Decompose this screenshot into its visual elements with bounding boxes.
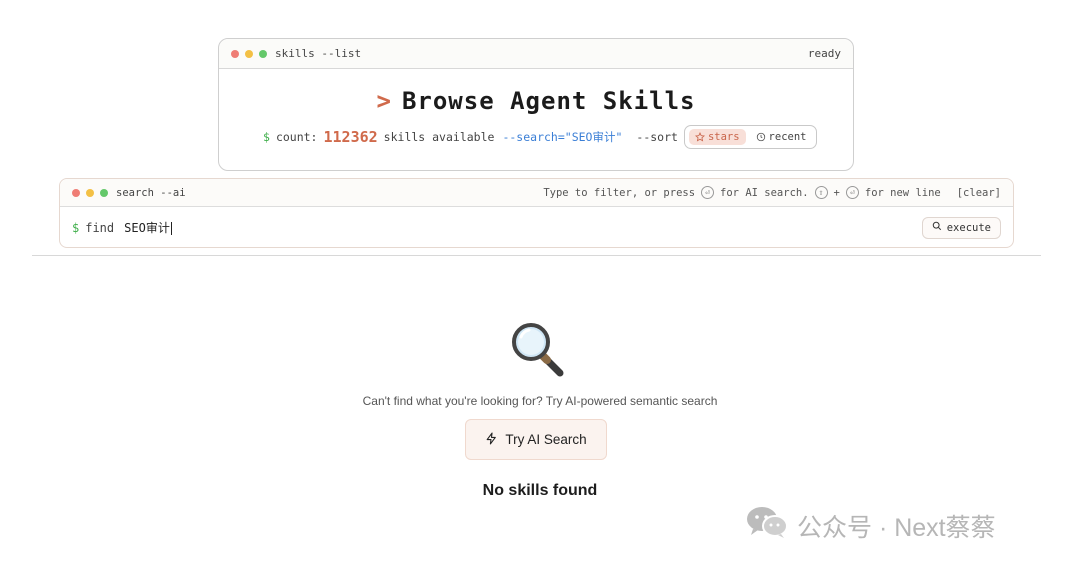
heading-text: Browse Agent Skills [401, 87, 696, 115]
star-icon [694, 132, 705, 142]
hint-text-3: for new line [864, 186, 941, 199]
empty-state-message: Can't find what you're looking for? Try … [362, 394, 718, 408]
shift-key-icon: ⇧ [814, 186, 828, 199]
skills-list-window: skills --list ready > Browse Agent Skills… [218, 38, 854, 171]
magnifier-icon [509, 320, 567, 382]
watermark-text: 公众号 · Next蔡蔡 [797, 513, 996, 542]
sort-label: --sort [636, 130, 678, 144]
maximize-dot-icon[interactable] [259, 49, 267, 58]
sort-toggle-group: stars recent [683, 125, 818, 149]
stats-line: $ count: 112362 skills available --searc… [263, 125, 818, 149]
search-window: search --ai Type to filter, or press ⏎ f… [59, 178, 1014, 248]
window-controls [72, 188, 108, 197]
search-input-row: $ find SEO审计 execute [60, 207, 1013, 248]
available-label: skills available [383, 130, 495, 144]
execute-button[interactable]: execute [921, 216, 1001, 239]
execute-label: execute [946, 221, 991, 234]
sort-option-recent[interactable]: recent [750, 129, 813, 145]
stats-dollar: $ [263, 130, 270, 144]
search-input[interactable]: SEO审计 [124, 219, 172, 236]
close-dot-icon[interactable] [72, 188, 80, 197]
sort-option-stars[interactable]: stars [688, 129, 746, 145]
wechat-icon [745, 505, 789, 546]
enter-key-icon: ⏎ [701, 186, 715, 199]
search-query: SEO审计 [124, 221, 170, 235]
ai-search-label: Try AI Search [505, 432, 587, 447]
count-label: count: [275, 130, 318, 144]
text-caret [170, 222, 172, 235]
sort-option-label: recent [768, 131, 807, 143]
search-icon [932, 221, 942, 234]
lightning-icon [485, 432, 498, 448]
enter-key-icon: ⏎ [845, 186, 859, 199]
count-value: 112362 [323, 128, 378, 146]
close-dot-icon[interactable] [231, 49, 239, 58]
clock-icon [756, 132, 766, 142]
try-ai-search-button[interactable]: Try AI Search [465, 419, 607, 460]
maximize-dot-icon[interactable] [100, 188, 108, 197]
search-hint: Type to filter, or press ⏎ for AI search… [543, 186, 1001, 199]
minimize-dot-icon[interactable] [86, 188, 94, 197]
list-window-status: ready [807, 47, 841, 60]
empty-state-title: No skills found [482, 482, 598, 499]
list-window-title: skills --list [275, 47, 362, 60]
heading-prompt: > [376, 87, 392, 115]
search-prompt-command: find [85, 220, 115, 235]
sort-option-label: stars [707, 131, 740, 143]
search-window-title: search --ai [116, 186, 186, 199]
search-window-titlebar: search --ai Type to filter, or press ⏎ f… [60, 179, 1013, 207]
hint-text-1: Type to filter, or press [543, 186, 696, 199]
clear-button[interactable]: [clear] [957, 187, 1001, 199]
list-window-titlebar: skills --list ready [219, 39, 853, 69]
search-prompt-dollar: $ [72, 220, 80, 235]
watermark: 公众号 · Next蔡蔡 [745, 505, 996, 546]
hint-plus: + [833, 186, 840, 199]
window-controls [231, 49, 267, 58]
page-title: > Browse Agent Skills [219, 87, 853, 115]
hint-text-2: for AI search. [720, 186, 809, 199]
minimize-dot-icon[interactable] [245, 49, 253, 58]
search-flag: --search="SEO审计" [502, 130, 623, 144]
section-divider [32, 255, 1041, 256]
